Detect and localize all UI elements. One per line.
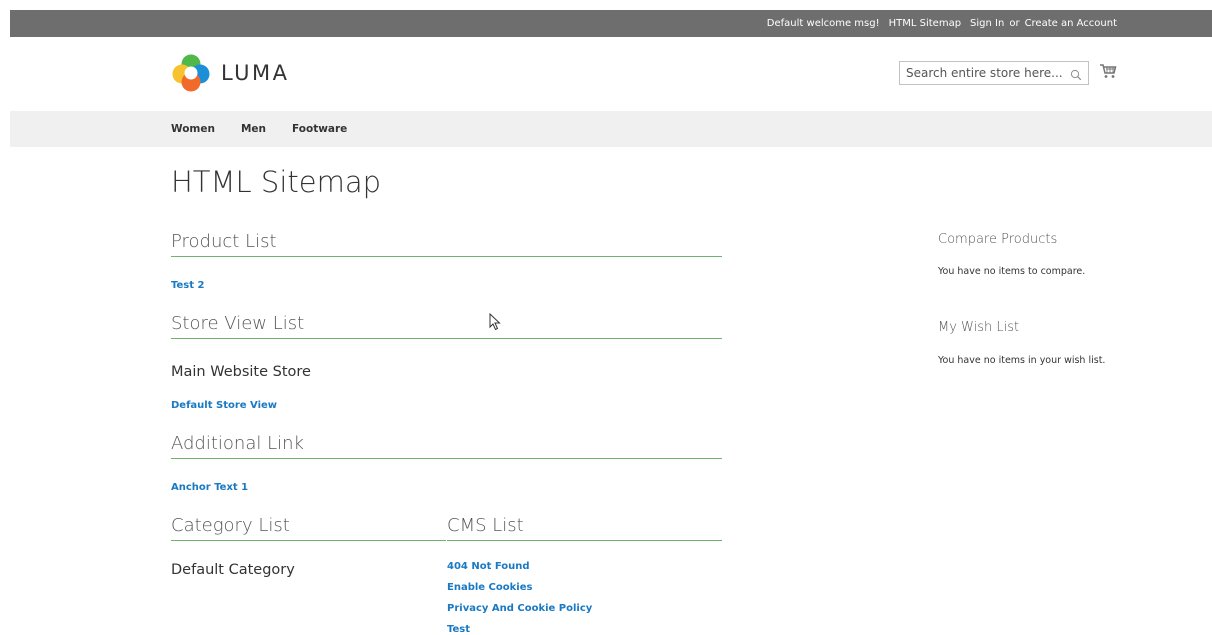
additional-link-heading: Additional Link	[171, 432, 722, 459]
nav-item-footware[interactable]: Footware	[292, 123, 347, 135]
cms-list-heading: CMS List	[447, 514, 722, 541]
sign-in-link[interactable]: Sign In	[970, 18, 1004, 29]
nav-item-women[interactable]: Women	[171, 123, 215, 135]
logo-text: LUMA	[221, 61, 290, 85]
category-item[interactable]: Default Category	[171, 562, 295, 578]
wishlist-message: You have no items in your wish list.	[938, 355, 1106, 366]
anchor-text-link[interactable]: Anchor Text 1	[171, 482, 248, 493]
cms-link-privacy[interactable]: Privacy And Cookie Policy	[447, 603, 592, 614]
top-bar: Default welcome msg! HTML Sitemap Sign I…	[10, 10, 1212, 37]
cms-link-404[interactable]: 404 Not Found	[447, 561, 530, 572]
html-sitemap-link[interactable]: HTML Sitemap	[889, 18, 961, 29]
wishlist-title: My Wish List	[938, 320, 1020, 335]
page-title: HTML Sitemap	[171, 165, 382, 199]
compare-products-title: Compare Products	[938, 232, 1058, 247]
or-separator: or	[1009, 18, 1020, 29]
store-view-list-heading: Store View List	[171, 312, 722, 339]
compare-products-message: You have no items to compare.	[938, 266, 1086, 277]
cms-link-test[interactable]: Test	[447, 624, 470, 635]
search-box	[899, 61, 1089, 85]
store-view-link[interactable]: Default Store View	[171, 400, 277, 411]
luma-logo[interactable]: LUMA	[171, 53, 290, 93]
store-name: Main Website Store	[171, 364, 311, 380]
product-list-heading: Product List	[171, 230, 722, 257]
luma-logo-icon	[172, 54, 210, 92]
main-navigation: Women Men Footware	[10, 111, 1212, 147]
welcome-message: Default welcome msg!	[766, 18, 880, 29]
top-links: Default welcome msg! HTML Sitemap Sign I…	[767, 10, 1117, 37]
nav-item-men[interactable]: Men	[241, 123, 266, 135]
search-input[interactable]	[900, 62, 1066, 84]
mouse-cursor-icon	[489, 313, 501, 331]
search-icon[interactable]	[1070, 66, 1082, 85]
cart-icon[interactable]	[1099, 63, 1117, 83]
create-account-link[interactable]: Create an Account	[1025, 18, 1117, 29]
category-list-heading: Category List	[171, 514, 446, 541]
product-link-test-2[interactable]: Test 2	[171, 280, 204, 291]
cms-link-enable-cookies[interactable]: Enable Cookies	[447, 582, 532, 593]
